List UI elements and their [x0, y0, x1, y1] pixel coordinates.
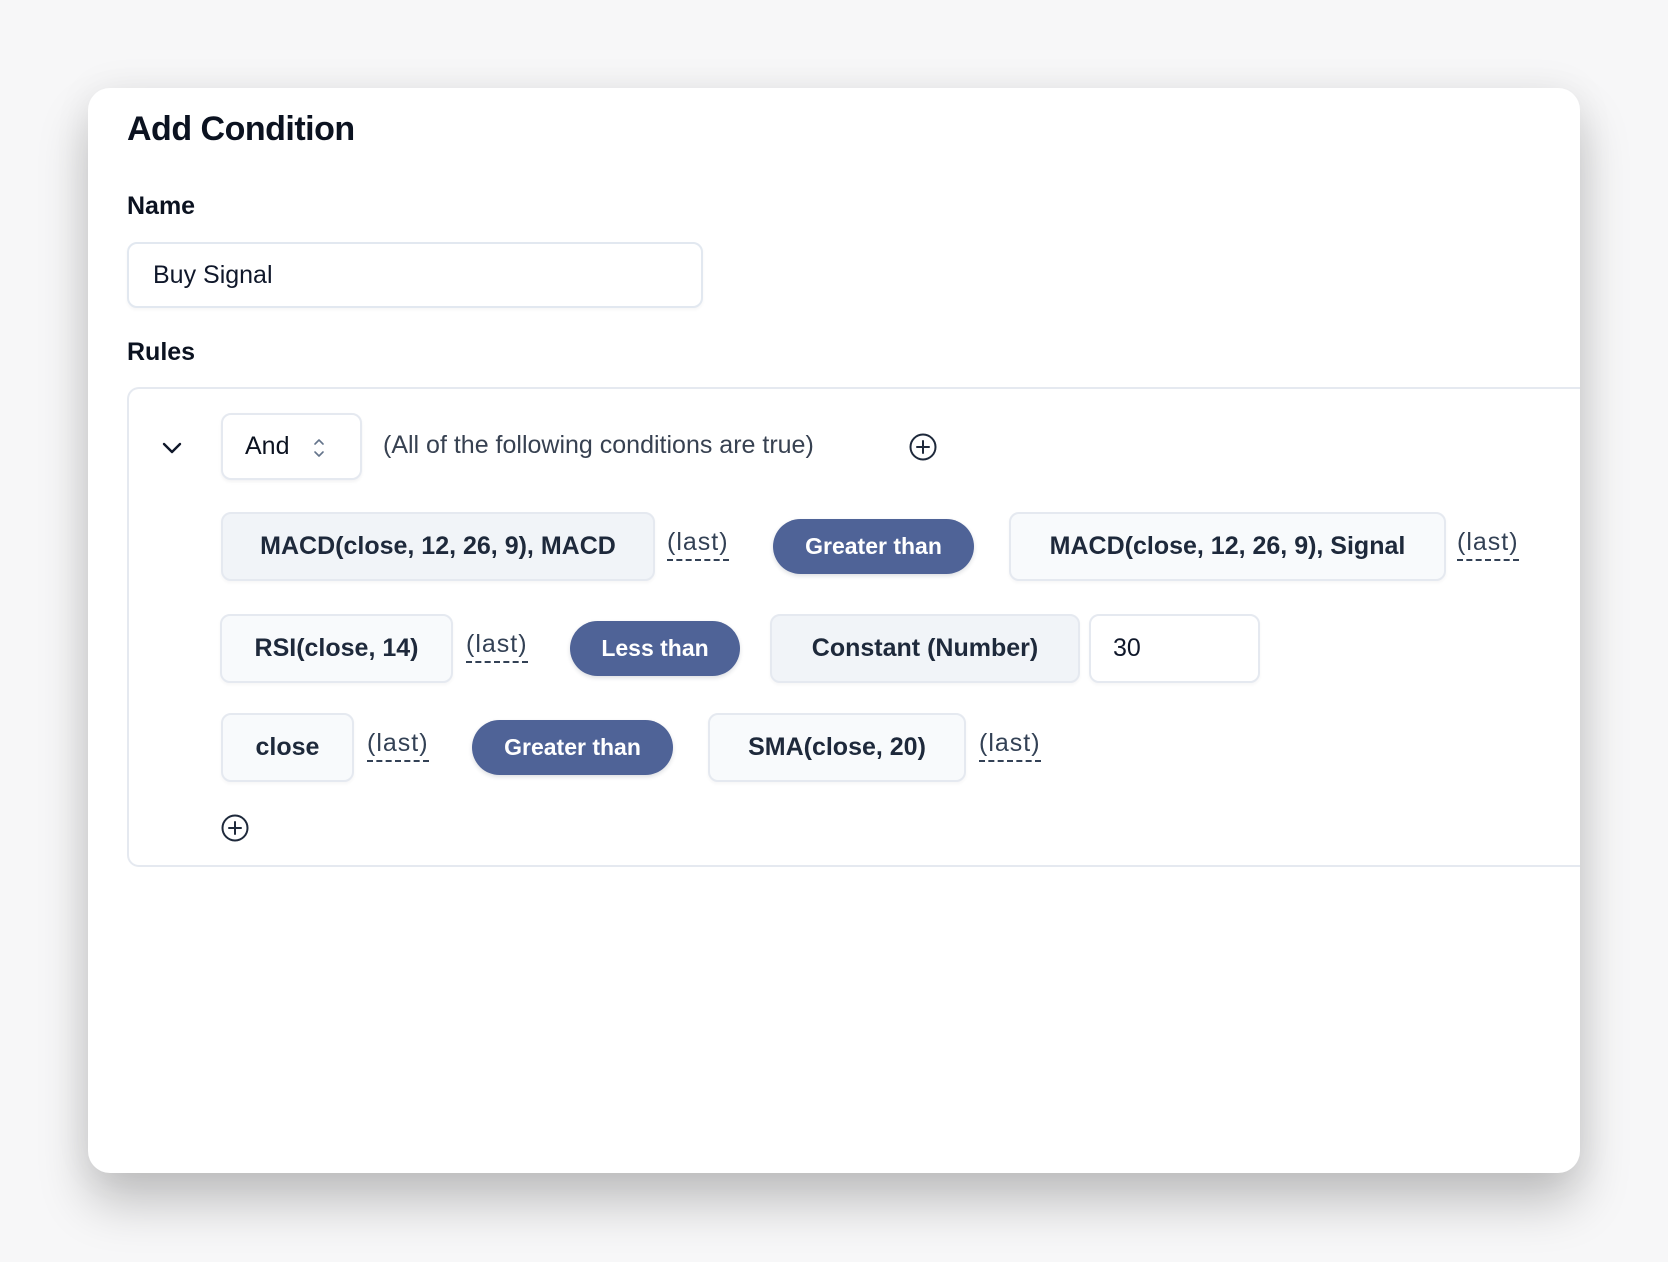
dialog-title: Add Condition: [127, 110, 355, 148]
rule-comparator[interactable]: Greater than: [773, 519, 974, 574]
rule-left-operand[interactable]: RSI(close, 14): [220, 614, 453, 683]
add-condition-button[interactable]: [908, 432, 938, 462]
rule-right-value-input[interactable]: 30: [1089, 614, 1260, 683]
rule-left-mode[interactable]: (last): [667, 527, 729, 561]
name-label: Name: [127, 192, 196, 220]
rule-right-operand[interactable]: SMA(close, 20): [708, 713, 966, 782]
add-rule-button[interactable]: [220, 813, 250, 843]
operator-select[interactable]: And: [221, 413, 362, 480]
chevron-up-down-icon: [311, 436, 327, 460]
rule-comparator[interactable]: Greater than: [472, 720, 673, 775]
name-input[interactable]: Buy Signal: [127, 242, 703, 308]
rule-comparator[interactable]: Less than: [570, 621, 740, 676]
rule-right-operand[interactable]: Constant (Number): [770, 614, 1080, 683]
chevron-down-icon[interactable]: [157, 433, 187, 463]
rule-left-operand[interactable]: close: [221, 713, 354, 782]
rule-left-mode[interactable]: (last): [367, 728, 429, 762]
rule-right-mode[interactable]: (last): [1457, 527, 1519, 561]
add-condition-dialog: Add Condition Name Buy Signal Rules And …: [88, 88, 1580, 1173]
plus-circle-icon: [221, 814, 249, 842]
rule-left-operand[interactable]: MACD(close, 12, 26, 9), MACD: [221, 512, 655, 581]
rule-left-mode[interactable]: (last): [466, 629, 528, 663]
group-description: (All of the following conditions are tru…: [383, 431, 814, 459]
plus-circle-icon: [909, 433, 937, 461]
rule-right-mode[interactable]: (last): [979, 728, 1041, 762]
rules-label: Rules: [127, 338, 196, 366]
rule-right-operand[interactable]: MACD(close, 12, 26, 9), Signal: [1009, 512, 1446, 581]
operator-select-value: And: [245, 432, 290, 460]
